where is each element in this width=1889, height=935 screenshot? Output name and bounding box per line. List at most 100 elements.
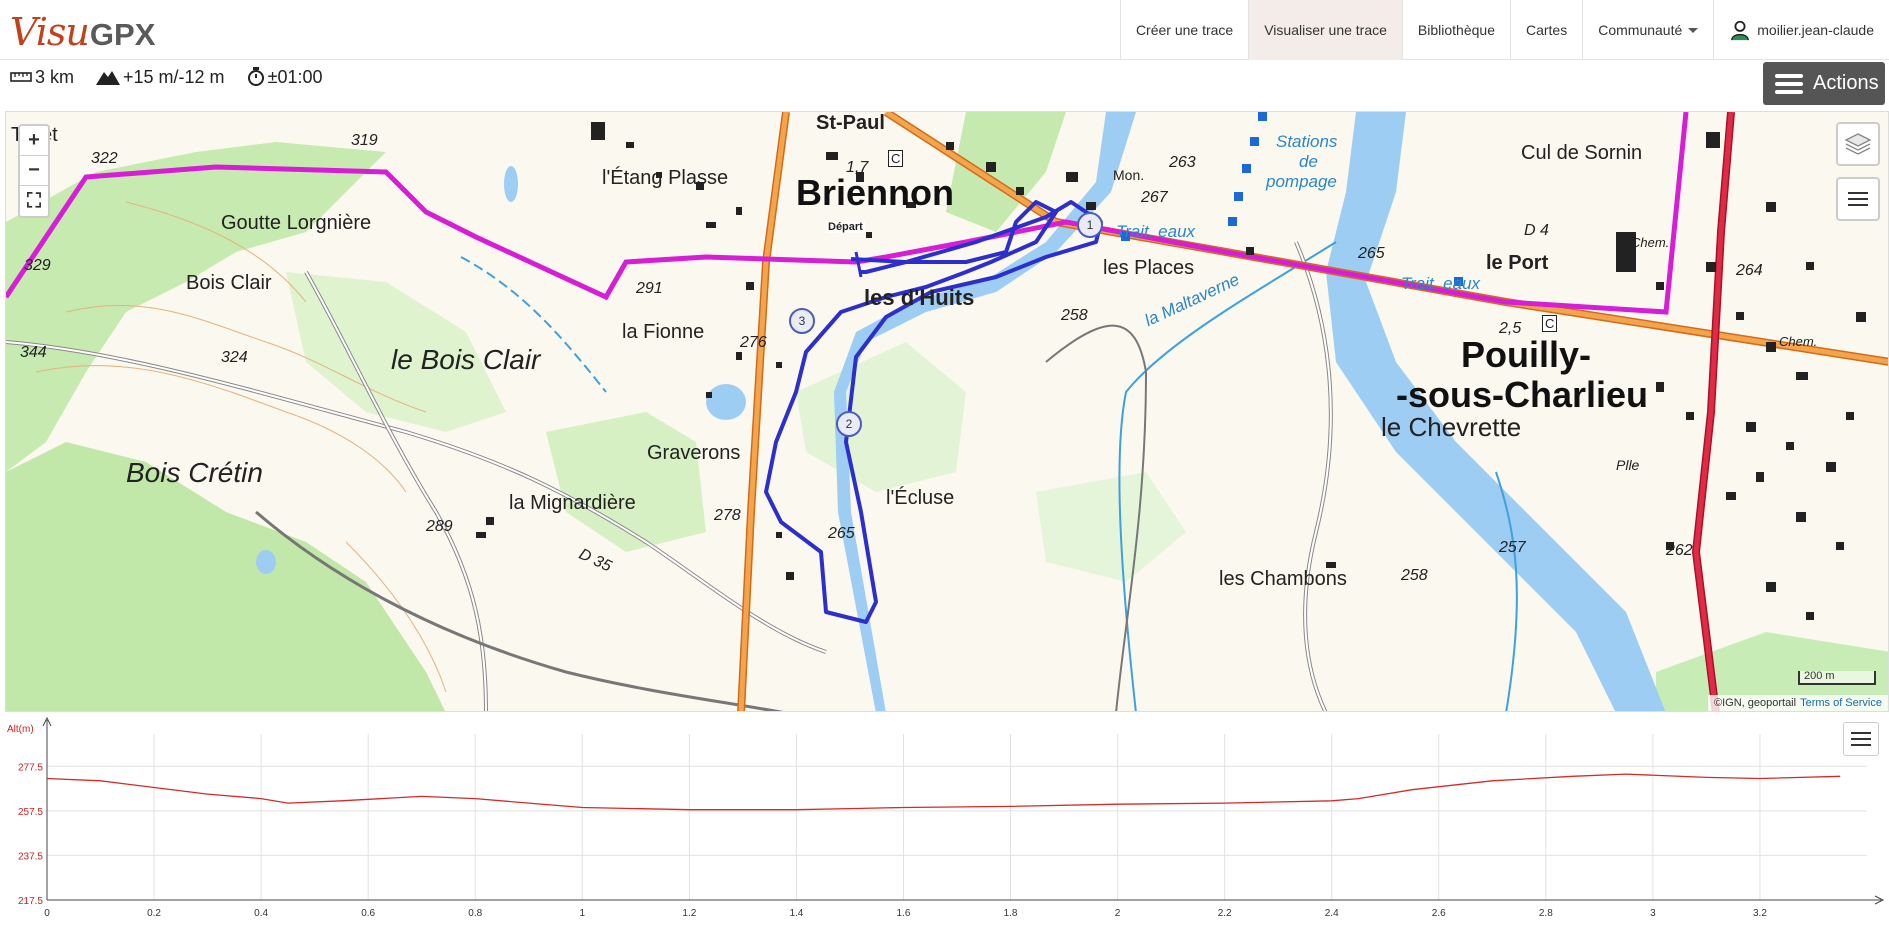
y-tick-label: 217.5 [18, 896, 43, 907]
depart-label: Départ [826, 221, 865, 233]
stat-duration: ±01:00 [247, 67, 323, 88]
label-pouilly-1: Pouilly- [1461, 334, 1592, 375]
visugpx-logo[interactable]: Visu GPX [10, 10, 156, 54]
duration-value: ±01:00 [267, 66, 323, 87]
label-chem-2: Chem. [1779, 334, 1818, 349]
hamburger-icon [1851, 728, 1871, 750]
alt-329: 329 [24, 257, 51, 274]
x-tick-label: 3.2 [1753, 908, 1767, 919]
x-tick-label: 2.2 [1218, 908, 1232, 919]
x-tick-label: 2.4 [1325, 908, 1339, 919]
elevation-profile: 0 0.2 0.4 0.6 0.8 1 1.2 1.4 1.6 1.8 2 2.2 2.4 2.6 2.8 3… [5, 714, 1889, 930]
alt-267: 267 [1141, 189, 1168, 206]
alt-322: 322 [91, 150, 118, 167]
actions-button[interactable]: Actions [1763, 62, 1885, 105]
actions-label: Actions [1813, 72, 1879, 94]
waypoint-marker-2[interactable]: 2 [836, 411, 862, 437]
label-c-2: C [1542, 315, 1558, 332]
nav-community-dropdown[interactable]: Communauté [1582, 0, 1713, 60]
label-les-places: les Places [1103, 257, 1195, 279]
elevation-value: +15 m/-12 m [123, 66, 225, 87]
elevation-series-line [46, 773, 1841, 811]
alt-278: 278 [714, 507, 741, 524]
hamburger-icon [1848, 188, 1868, 210]
label-les-dhuits: les d'Huits [864, 285, 975, 310]
label-c-1: C [888, 150, 904, 167]
x-tick-label: 1.2 [682, 908, 696, 919]
layers-button[interactable] [1836, 122, 1880, 166]
terms-of-service-link[interactable]: Terms of Service [1800, 697, 1882, 709]
label-bois-clair-small: Bois Clair [186, 272, 272, 294]
alt-291: 291 [636, 280, 663, 297]
user-name: moilier.jean-claude [1757, 22, 1874, 38]
ruler-icon [10, 72, 32, 82]
nav-maps[interactable]: Cartes [1509, 0, 1582, 60]
label-briennon: Briennon [796, 172, 954, 213]
y-tick-label: 257.5 [18, 807, 43, 818]
label-de: de [1299, 152, 1318, 171]
zoom-in-button[interactable]: + [20, 126, 48, 156]
fullscreen-button[interactable]: ⛶ [20, 186, 48, 216]
alt-265b: 265 [1358, 245, 1385, 262]
track-stats: 3 km +15 m/-12 m ±01:00 [10, 66, 345, 88]
alt-265: 265 [828, 525, 855, 542]
x-tick-label: 1 [580, 908, 586, 919]
label-trait-eaux-1: Trait. eaux [1116, 222, 1196, 241]
x-tick-label: 2.6 [1432, 908, 1446, 919]
x-tick-label: 0.6 [361, 908, 375, 919]
waypoint-marker-3[interactable]: 3 [789, 308, 815, 334]
label-pile: Plle [1616, 457, 1640, 473]
label-le-chevrette: le Chevrette [1381, 412, 1522, 442]
alt-262: 262 [1666, 542, 1693, 559]
label-bois-cretin: Bois Crétin [126, 457, 263, 488]
map-view[interactable]: 322 319 329 344 324 291 276 278 289 265 … [5, 111, 1889, 712]
y-axis-label: Alt(m) [7, 724, 34, 735]
attribution-text: ©IGN, geoportail [1713, 697, 1797, 709]
alt-257: 257 [1499, 539, 1526, 556]
x-tick-label: 1.4 [789, 908, 803, 919]
layers-icon [1844, 133, 1872, 155]
label-graverons: Graverons [647, 442, 741, 464]
stopwatch-icon [247, 67, 264, 86]
y-tick-label: 277.5 [18, 762, 43, 773]
label-pompage: pompage [1266, 172, 1337, 191]
label-etang-plasse: l'Étang Plasse [602, 167, 729, 189]
label-les-chambons: les Chambons [1219, 568, 1347, 590]
nav-community-label: Communauté [1598, 22, 1683, 38]
label-pouilly-2: -sous-Charlieu [1396, 374, 1649, 415]
x-tick-label: 0.4 [254, 908, 268, 919]
alt-263: 263 [1169, 154, 1196, 171]
nav-view-track[interactable]: Visualiser une trace [1248, 0, 1402, 60]
x-tick-label: 0.8 [468, 908, 482, 919]
navbar: Visu GPX Créer une trace Visualiser une … [0, 0, 1889, 60]
elevation-chart-svg: 0 0.2 0.4 0.6 0.8 1 1.2 1.4 1.6 1.8 2 2.2 2.4 2.6 2.8 3… [7, 716, 1885, 919]
x-tick-label: 2.8 [1539, 908, 1553, 919]
x-tick-label: 3 [1650, 908, 1656, 919]
mountain-icon [96, 71, 121, 85]
y-tick-label: 237.5 [18, 851, 43, 862]
caret-down-icon [1688, 27, 1699, 33]
label-le-port: le Port [1486, 252, 1549, 274]
distance-value: 3 km [35, 66, 75, 87]
user-icon [1731, 20, 1750, 41]
stat-distance: 3 km [10, 67, 74, 88]
logo-gpx-text: GPX [89, 17, 156, 52]
chart-menu-button[interactable] [1843, 722, 1879, 756]
map-attribution: ©IGN, geoportail Terms of Service [1707, 695, 1888, 711]
waypoint-marker-1[interactable]: 1 [1077, 212, 1103, 238]
nav-library[interactable]: Bibliothèque [1401, 0, 1510, 60]
nav-create-track[interactable]: Créer une trace [1119, 0, 1248, 60]
alt-319: 319 [351, 132, 378, 149]
zoom-out-button[interactable]: − [20, 156, 48, 186]
map-menu-button[interactable] [1836, 177, 1880, 221]
label-la-mignardiere: la Mignardière [509, 492, 636, 514]
x-tick-label: 0 [44, 908, 50, 919]
alt-258a: 258 [1061, 307, 1088, 324]
x-tick-label: 0.2 [147, 908, 161, 919]
label-cul-de-sornin: Cul de Sornin [1521, 142, 1643, 164]
nav-user-account[interactable]: moilier.jean-claude [1713, 0, 1889, 60]
logo-visu-text: Visu [10, 10, 90, 54]
label-d4: D 4 [1524, 222, 1549, 239]
label-la-fionne: la Fionne [622, 321, 705, 343]
zoom-control: + − ⛶ [18, 124, 50, 218]
